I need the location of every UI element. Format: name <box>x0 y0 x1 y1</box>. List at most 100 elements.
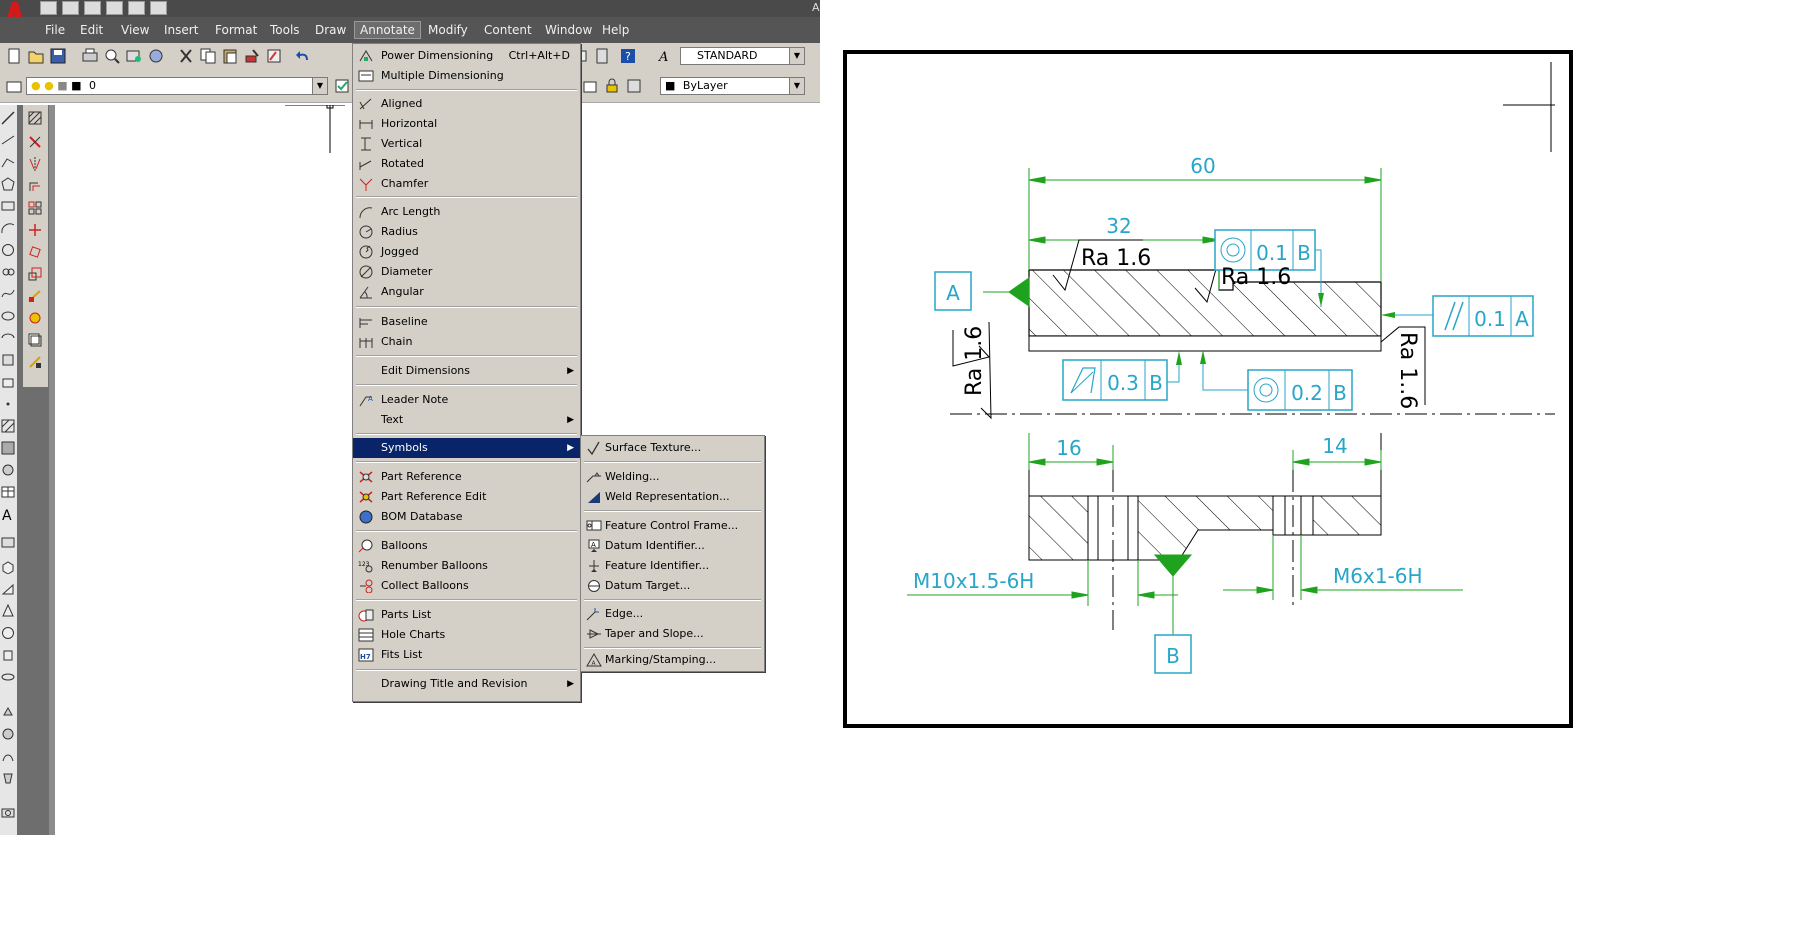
gradient-icon[interactable] <box>1 441 15 455</box>
make-current-icon[interactable] <box>334 78 350 94</box>
ellipse-arc-icon[interactable] <box>1 331 15 345</box>
chevron-down-icon[interactable]: ▼ <box>312 78 327 94</box>
layer-off-icon[interactable] <box>626 78 642 94</box>
menu-item-marking-stamping[interactable]: A Marking/Stamping... <box>581 650 764 670</box>
menu-item-vertical[interactable]: Vertical <box>353 134 580 154</box>
table-icon[interactable] <box>1 485 15 499</box>
new-file-icon[interactable] <box>40 1 57 15</box>
menu-item-baseline[interactable]: Baseline <box>353 312 580 332</box>
extrude-icon[interactable] <box>1 705 15 719</box>
cone-3d-icon[interactable] <box>1 604 15 618</box>
menu-item-text[interactable]: Text ▶ <box>353 410 580 430</box>
menu-item-symbols[interactable]: Symbols ▶ <box>353 438 580 458</box>
make-block-icon[interactable] <box>1 375 15 389</box>
color-combo[interactable]: ■ ByLayer ▼ <box>660 77 805 95</box>
menu-annotate[interactable]: Annotate <box>354 21 421 39</box>
rectangle-icon[interactable] <box>1 199 15 213</box>
menu-item-aligned[interactable]: Aligned <box>353 94 580 114</box>
layer-manager-icon[interactable] <box>6 78 22 94</box>
copy-object-icon[interactable] <box>28 135 42 149</box>
paste-icon[interactable] <box>222 48 238 64</box>
open-icon[interactable] <box>28 48 44 64</box>
menu-item-rotated[interactable]: Rotated <box>353 154 580 174</box>
copy-icon[interactable] <box>200 48 216 64</box>
menu-item-multiple-dimensioning[interactable]: Multiple Dimensioning <box>353 66 580 86</box>
menu-item-hole-charts[interactable]: Hole Charts <box>353 625 580 645</box>
chevron-down-icon[interactable]: ▼ <box>789 48 804 64</box>
save-icon[interactable] <box>84 1 101 15</box>
menu-help[interactable]: Help <box>597 22 634 38</box>
plot-preview-icon[interactable] <box>104 48 120 64</box>
menu-item-weld-representation[interactable]: Weld Representation... <box>581 487 764 507</box>
menu-item-arc-length[interactable]: Arc Length <box>353 202 580 222</box>
point-icon[interactable] <box>1 397 15 411</box>
layer-lock-icon[interactable] <box>604 78 620 94</box>
menu-item-parts-list[interactable]: Parts List <box>353 605 580 625</box>
menu-item-chain[interactable]: Chain <box>353 332 580 352</box>
menu-item-taper-slope[interactable]: Taper and Slope... <box>581 624 764 644</box>
menu-draw[interactable]: Draw <box>310 22 351 38</box>
help-icon[interactable]: ? <box>620 48 636 64</box>
menu-item-part-reference-edit[interactable]: Part Reference Edit <box>353 487 580 507</box>
publish-icon[interactable] <box>126 48 142 64</box>
ellipse-icon[interactable] <box>1 309 15 323</box>
menu-item-balloons[interactable]: Balloons <box>353 536 580 556</box>
menu-item-datum-target[interactable]: Datum Target... <box>581 576 764 596</box>
menu-item-jogged[interactable]: Jogged <box>353 242 580 262</box>
stretch-icon[interactable] <box>28 289 42 303</box>
revolve-icon[interactable] <box>1 727 15 741</box>
move-icon[interactable] <box>28 223 42 237</box>
print-icon[interactable] <box>106 1 123 15</box>
menu-item-horizontal[interactable]: Horizontal <box>353 114 580 134</box>
menu-window[interactable]: Window <box>540 22 597 38</box>
menu-item-surface-texture[interactable]: Surface Texture... <box>581 438 764 458</box>
sphere-3d-icon[interactable] <box>1 626 15 640</box>
menu-item-datum-identifier[interactable]: A Datum Identifier... <box>581 536 764 556</box>
menu-item-radius[interactable]: Radius <box>353 222 580 242</box>
menu-insert[interactable]: Insert <box>159 22 203 38</box>
dwf-icon[interactable] <box>148 48 164 64</box>
circle-icon[interactable] <box>1 243 15 257</box>
layer-combo[interactable]: ● ● ■ ■ 0 ▼ <box>26 77 328 95</box>
scale-icon[interactable] <box>28 267 42 281</box>
match-properties-icon[interactable] <box>244 48 260 64</box>
menu-item-diameter[interactable]: Diameter <box>353 262 580 282</box>
menu-item-renumber-balloons[interactable]: 123 Renumber Balloons <box>353 556 580 576</box>
block-editor-icon[interactable] <box>266 48 282 64</box>
spline-icon[interactable] <box>1 287 15 301</box>
menu-item-welding[interactable]: Welding... <box>581 467 764 487</box>
menu-file[interactable]: File <box>40 22 70 38</box>
calculator-icon[interactable] <box>594 48 610 64</box>
new-icon[interactable] <box>6 48 22 64</box>
loft-icon[interactable] <box>1 771 15 785</box>
menu-item-power-dimensioning[interactable]: Power Dimensioning Ctrl+Alt+D <box>353 46 580 66</box>
offset-icon[interactable] <box>28 179 42 193</box>
text-style-icon[interactable]: A <box>658 48 674 64</box>
undo-icon[interactable] <box>128 1 145 15</box>
redo-icon[interactable] <box>150 1 167 15</box>
menu-item-fits-list[interactable]: H7 Fits List <box>353 645 580 665</box>
menu-item-leader-note[interactable]: A Leader Note <box>353 390 580 410</box>
open-file-icon[interactable] <box>62 1 79 15</box>
construction-line-icon[interactable] <box>1 133 15 147</box>
layer-isolate-icon[interactable] <box>582 78 598 94</box>
erase-icon[interactable] <box>28 111 42 125</box>
save-icon[interactable] <box>50 48 66 64</box>
mirror-icon[interactable] <box>28 157 42 171</box>
menu-item-collect-balloons[interactable]: Collect Balloons <box>353 576 580 596</box>
extend-icon[interactable] <box>28 333 42 347</box>
polyline-icon[interactable] <box>1 155 15 169</box>
menu-item-edit-dimensions[interactable]: Edit Dimensions ▶ <box>353 361 580 381</box>
explode-icon[interactable] <box>28 355 42 369</box>
menu-item-chamfer[interactable]: Chamfer <box>353 174 580 194</box>
box-3d-icon[interactable] <box>1 560 15 574</box>
insert-block-icon[interactable] <box>1 353 15 367</box>
text-style-combo[interactable]: STANDARD ▼ <box>680 47 805 65</box>
arc-icon[interactable] <box>1 221 15 235</box>
menu-item-feature-control-frame[interactable]: Feature Control Frame... <box>581 516 764 536</box>
revision-cloud-icon[interactable] <box>1 265 15 279</box>
chevron-down-icon[interactable]: ▼ <box>789 78 804 94</box>
plot-icon[interactable] <box>82 48 98 64</box>
menu-tools[interactable]: Tools <box>265 22 305 38</box>
menu-item-drawing-title-revision[interactable]: Drawing Title and Revision ▶ <box>353 674 580 694</box>
